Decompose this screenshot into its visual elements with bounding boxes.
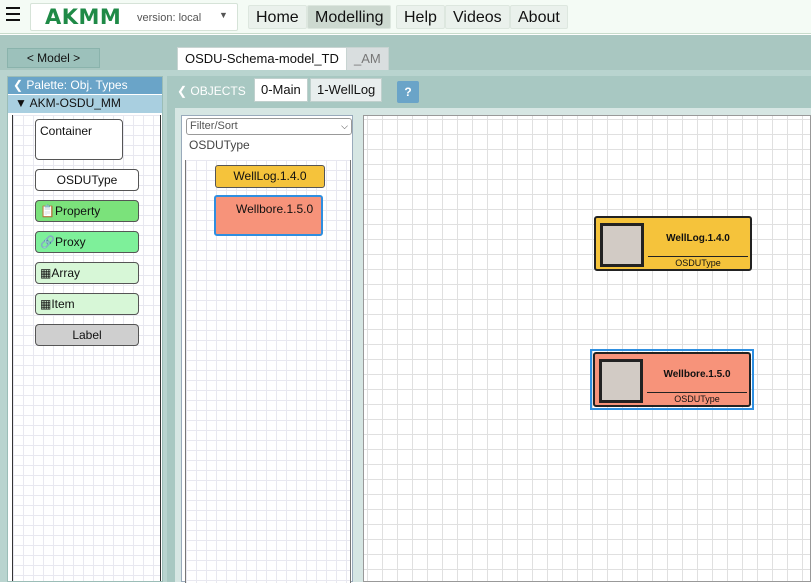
model-tab[interactable]: < Model > (7, 48, 100, 68)
chevron-left-icon[interactable]: ❮ (13, 78, 23, 92)
version-label: version: local (137, 12, 202, 24)
palette-item-label[interactable]: Label (35, 324, 139, 346)
clipboard-icon: 📋 (40, 204, 55, 218)
triangle-down-icon[interactable]: ▼ (15, 96, 27, 110)
palette-title: Palette: Obj. Types (26, 78, 128, 92)
chevron-down-icon[interactable]: ▼ (219, 10, 228, 20)
objects-tab[interactable]: ❮ OBJECTS (171, 79, 246, 103)
grid-icon: ▦ (40, 297, 52, 311)
diagram-canvas[interactable]: WellLog.1.4.0 OSDUType Wellbore.1.5.0 OS… (363, 115, 811, 582)
palette-item-item[interactable]: ▦Item (35, 293, 139, 315)
tab-am[interactable]: _AM (346, 47, 389, 70)
link-icon: 🔗 (40, 235, 55, 249)
node-divider (647, 392, 747, 393)
grid-icon: ▦ (40, 266, 52, 280)
palette-header[interactable]: ❮ Palette: Obj. Types (8, 77, 162, 94)
help-icon[interactable]: ? (397, 81, 419, 103)
palette-item-property[interactable]: 📋Property (35, 200, 139, 222)
menu-icon[interactable] (6, 7, 20, 21)
object-type-label: OSDUType (189, 138, 250, 152)
diagram-node-wellbore[interactable]: Wellbore.1.5.0 OSDUType (593, 352, 751, 407)
node-name: Wellbore.1.5.0 (663, 369, 731, 380)
metamodel-name: AKM-OSDU_MM (29, 96, 121, 110)
palette-canvas[interactable]: Container OSDUType 📋Property 🔗Proxy ▦Arr… (12, 115, 161, 581)
top-navbar: AKMM version: local ▼ Home Modelling Hel… (0, 0, 811, 34)
object-node-welllog[interactable]: WellLog.1.4.0 (215, 165, 325, 188)
modelling-area: ❮ OBJECTS 0-Main 1-WellLog ? Filter/Sort… (167, 76, 811, 583)
tab-1-welllog[interactable]: 1-WellLog (310, 78, 383, 102)
tab-0-main[interactable]: 0-Main (254, 78, 308, 102)
palette-item-label: Array (51, 266, 81, 280)
nav-help[interactable]: Help (396, 5, 445, 29)
nav-about[interactable]: About (510, 5, 568, 29)
model-tab-bar: < Model > OSDU-Schema-model_TD _AM (0, 35, 811, 70)
object-image-icon (600, 223, 644, 267)
nav-modelling[interactable]: Modelling (307, 5, 392, 29)
palette-item-label: Item (51, 297, 75, 311)
palette-item-label: Property (54, 204, 101, 218)
filter-sort-label: Filter/Sort (190, 120, 238, 132)
brand-box: AKMM version: local ▼ (30, 3, 238, 31)
palette-item-container[interactable]: Container (35, 119, 123, 160)
objects-tab-label: OBJECTS (190, 84, 246, 98)
node-name: WellLog.1.4.0 (666, 233, 730, 244)
object-node-wellbore[interactable]: Wellbore.1.5.0 (214, 195, 323, 236)
node-divider (648, 256, 748, 257)
chevron-down-icon: ⌵ (341, 121, 348, 131)
node-type: OSDUType (674, 394, 720, 404)
palette-item-label: Container (40, 124, 93, 138)
palette-item-label: Proxy (54, 235, 86, 249)
chevron-left-icon[interactable]: ❮ (177, 84, 187, 98)
objects-panel: Filter/Sort ⌵ OSDUType WellLog.1.4.0 Wel… (181, 115, 353, 583)
palette-item-proxy[interactable]: 🔗Proxy (35, 231, 139, 253)
metamodel-header[interactable]: ▼ AKM-OSDU_MM (8, 95, 162, 113)
brand-logo[interactable]: AKMM (45, 5, 121, 29)
diagram-node-welllog[interactable]: WellLog.1.4.0 OSDUType (594, 216, 752, 271)
tab-osdu-schema-model[interactable]: OSDU-Schema-model_TD (177, 47, 347, 70)
nav-videos[interactable]: Videos (445, 5, 510, 29)
objects-canvas[interactable]: WellLog.1.4.0 Wellbore.1.5.0 (185, 160, 351, 583)
palette-item-array[interactable]: ▦Array (35, 262, 139, 284)
palette-item-osdutype[interactable]: OSDUType (35, 169, 139, 191)
node-type: OSDUType (675, 258, 721, 268)
nav-home[interactable]: Home (248, 5, 307, 29)
filter-sort-select[interactable]: Filter/Sort ⌵ (186, 118, 352, 135)
object-image-icon (599, 359, 643, 403)
palette-panel: ❮ Palette: Obj. Types ▼ AKM-OSDU_MM Cont… (7, 76, 163, 582)
